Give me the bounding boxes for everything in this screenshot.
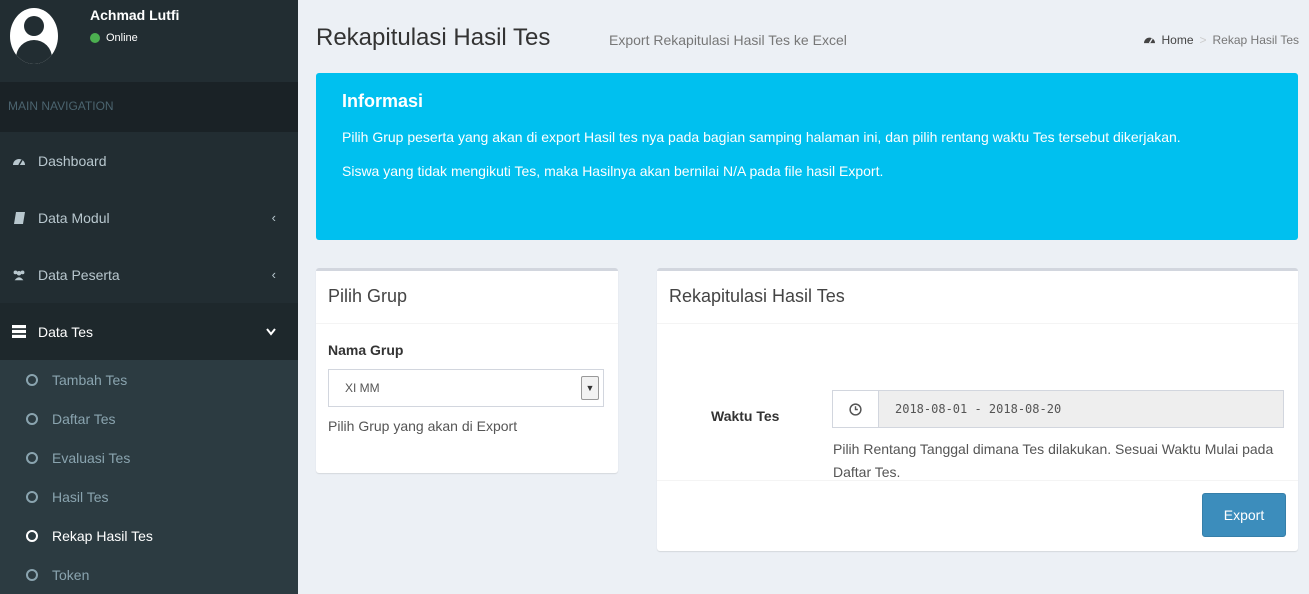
group-box-title: Pilih Grup	[316, 271, 618, 324]
sidebar-item-dashboard[interactable]: Dashboard	[0, 132, 298, 189]
group-box: Pilih Grup Nama Grup XI MM ▼ Pilih Grup …	[316, 268, 618, 473]
date-range-group: 2018-08-01 - 2018-08-20	[832, 390, 1284, 428]
submenu-label: Token	[52, 566, 90, 583]
chevron-down-icon	[266, 324, 276, 339]
status-dot-icon	[90, 33, 100, 43]
submenu-item-tambah-tes[interactable]: Tambah Tes	[0, 360, 298, 399]
submenu-label: Evaluasi Tes	[52, 449, 131, 466]
rekap-box-title: Rekapitulasi Hasil Tes	[657, 271, 1298, 324]
sidebar-item-label: Dashboard	[38, 152, 107, 169]
avatar	[10, 8, 58, 64]
breadcrumb: Home > Rekap Hasil Tes	[1143, 33, 1299, 47]
page-title: Rekapitulasi Hasil Tes	[316, 24, 551, 51]
submenu-item-daftar-tes[interactable]: Daftar Tes	[0, 399, 298, 438]
dashboard-icon	[1143, 33, 1156, 47]
group-label: Nama Grup	[328, 342, 404, 358]
group-select-value: XI MM	[345, 381, 380, 395]
circle-icon	[26, 568, 38, 581]
date-range-input[interactable]: 2018-08-01 - 2018-08-20	[879, 391, 1283, 427]
submenu-label: Daftar Tes	[52, 410, 116, 427]
user-status-label: Online	[106, 32, 138, 44]
circle-icon	[26, 373, 38, 386]
submenu-item-hasil-tes[interactable]: Hasil Tes	[0, 477, 298, 516]
dropdown-arrow-icon[interactable]: ▼	[581, 376, 599, 400]
info-callout: Informasi Pilih Grup peserta yang akan d…	[316, 73, 1298, 240]
sidebar-item-label: Data Peserta	[38, 266, 120, 283]
sidebar-item-data-peserta[interactable]: Data Peserta ‹	[0, 246, 298, 303]
tasks-icon	[12, 325, 26, 339]
sidebar-item-data-modul[interactable]: Data Modul ‹	[0, 189, 298, 246]
breadcrumb-home-link[interactable]: Home	[1161, 33, 1193, 47]
breadcrumb-separator-icon: >	[1199, 33, 1207, 47]
submenu-label: Rekap Hasil Tes	[52, 527, 153, 544]
info-text-2: Siswa yang tidak mengikuti Tes, maka Has…	[342, 163, 884, 179]
submenu-item-rekap-hasil-tes[interactable]: Rekap Hasil Tes	[0, 516, 298, 555]
user-name: Achmad Lutfi	[90, 7, 180, 23]
circle-icon	[26, 490, 38, 503]
circle-icon	[26, 412, 38, 425]
users-icon	[12, 268, 26, 282]
info-text-1: Pilih Grup peserta yang akan di export H…	[342, 129, 1181, 145]
sidebar-item-data-tes[interactable]: Data Tes	[0, 303, 298, 360]
chevron-left-icon: ‹	[271, 210, 276, 225]
sidebar-item-label: Data Tes	[38, 323, 93, 340]
circle-icon	[26, 451, 38, 464]
group-select[interactable]: XI MM ▼	[328, 369, 604, 407]
book-icon	[12, 211, 26, 225]
info-title: Informasi	[342, 91, 424, 111]
submenu-data-tes: Tambah Tes Daftar Tes Evaluasi Tes Hasil…	[0, 360, 298, 594]
circle-icon	[26, 529, 38, 542]
user-status: Online	[90, 32, 138, 44]
submenu-item-token[interactable]: Token	[0, 555, 298, 594]
rekap-box: Rekapitulasi Hasil Tes Waktu Tes 2018-08…	[657, 268, 1298, 551]
sidebar: Achmad Lutfi Online MAIN NAVIGATION Dash…	[0, 0, 298, 594]
chevron-left-icon: ‹	[271, 267, 276, 282]
clock-icon	[833, 391, 879, 427]
submenu-label: Hasil Tes	[52, 488, 109, 505]
user-panel: Achmad Lutfi Online	[0, 0, 298, 82]
page-subtitle: Export Rekapitulasi Hasil Tes ke Excel	[609, 32, 847, 48]
submenu-label: Tambah Tes	[52, 371, 128, 388]
sidebar-item-label: Data Modul	[38, 209, 110, 226]
submenu-item-evaluasi-tes[interactable]: Evaluasi Tes	[0, 438, 298, 477]
dashboard-icon	[12, 154, 26, 168]
nav-header: MAIN NAVIGATION	[0, 82, 298, 132]
waktu-tes-label: Waktu Tes	[711, 408, 780, 424]
export-button[interactable]: Export	[1202, 493, 1286, 537]
date-range-help-text: Pilih Rentang Tanggal dimana Tes dilakuk…	[833, 441, 1274, 480]
breadcrumb-current: Rekap Hasil Tes	[1212, 33, 1299, 47]
group-help-text: Pilih Grup yang akan di Export	[328, 418, 518, 434]
